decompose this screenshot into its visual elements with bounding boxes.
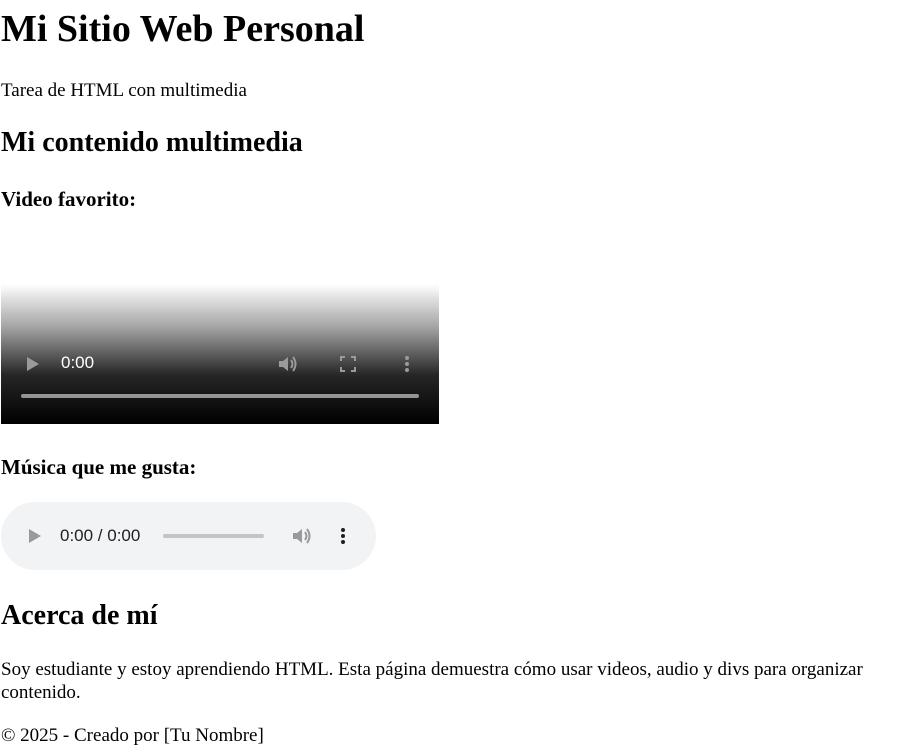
more-options-icon[interactable]: [335, 525, 351, 547]
audio-player[interactable]: 0:00 / 0:00: [1, 502, 376, 570]
multimedia-heading: Mi contenido multimedia: [1, 127, 303, 158]
video-player[interactable]: 0:00: [1, 216, 439, 424]
more-options-icon[interactable]: [399, 353, 415, 375]
page: Mi Sitio Web Personal Tarea de HTML con …: [0, 0, 911, 746]
volume-icon[interactable]: [291, 525, 313, 547]
fullscreen-icon[interactable]: [338, 354, 358, 374]
footer-text: © 2025 - Creado por [Tu Nombre]: [1, 725, 264, 746]
site-title: Mi Sitio Web Personal: [1, 8, 365, 50]
video-time: 0:00: [61, 353, 95, 372]
audio-label: Música que me gusta:: [1, 455, 197, 479]
about-text: Soy estudiante y estoy aprendiendo HTML.…: [1, 659, 863, 703]
play-icon[interactable]: [23, 354, 43, 374]
play-icon[interactable]: [25, 526, 45, 546]
audio-time: 0:00 / 0:00: [60, 526, 141, 545]
video-label: Video favorito:: [1, 187, 137, 211]
audio-progress-bar[interactable]: [163, 534, 264, 538]
volume-icon[interactable]: [277, 353, 299, 375]
about-heading: Acerca de mí: [1, 600, 158, 631]
video-progress-bar[interactable]: [21, 394, 419, 398]
site-subtitle: Tarea de HTML con multimedia: [1, 80, 247, 101]
